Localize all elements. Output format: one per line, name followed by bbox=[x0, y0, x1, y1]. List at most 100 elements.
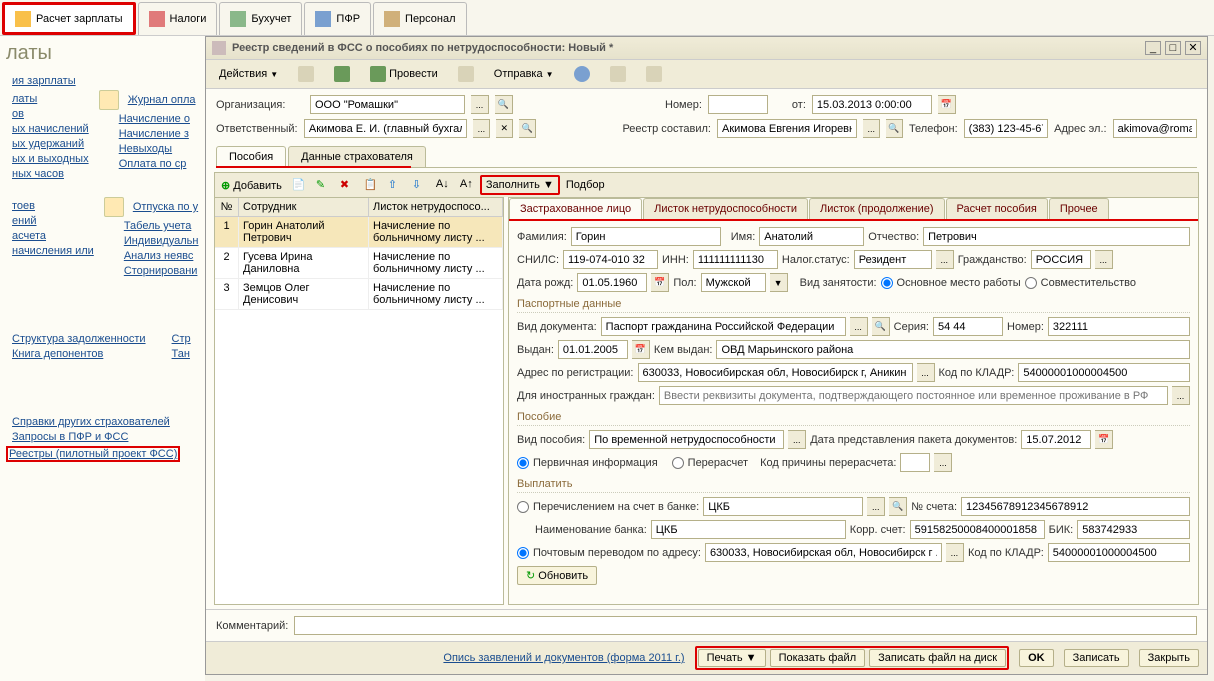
tab-accounting[interactable]: Бухучет bbox=[219, 2, 302, 35]
lp-trunc[interactable]: ных часов bbox=[12, 168, 89, 180]
table-row[interactable]: 2 Гусева Ирина Даниловна Начисление по б… bbox=[215, 248, 503, 279]
search-icon[interactable]: 🔍 bbox=[886, 119, 903, 138]
bank-radio[interactable] bbox=[517, 501, 529, 513]
lp-link[interactable]: Индивидуальн bbox=[124, 235, 199, 247]
tb-icon[interactable] bbox=[603, 63, 633, 85]
ellipsis-button[interactable]: ... bbox=[850, 317, 868, 336]
search-icon[interactable]: 🔍 bbox=[872, 317, 890, 336]
lp-link[interactable]: Сторнировани bbox=[124, 265, 199, 277]
table-row[interactable]: 1 Горин Анатолий Петрович Начисление по … bbox=[215, 217, 503, 248]
col-num[interactable]: № bbox=[215, 198, 239, 216]
inn-field[interactable] bbox=[698, 254, 773, 266]
bank-field[interactable] bbox=[708, 501, 858, 513]
tab-pfr[interactable]: ПФР bbox=[304, 2, 371, 35]
recalc-radio[interactable] bbox=[672, 457, 684, 469]
foreign-field[interactable] bbox=[664, 390, 1163, 402]
lp-link[interactable]: Начисление о bbox=[119, 113, 196, 125]
issued-field[interactable] bbox=[563, 344, 623, 356]
lp-link[interactable]: Стр bbox=[172, 333, 191, 345]
lp-link[interactable]: Табель учета bbox=[124, 220, 199, 232]
dtab-calc[interactable]: Расчет пособия bbox=[946, 198, 1048, 219]
docnum-field[interactable] bbox=[1053, 321, 1185, 333]
account-field[interactable] bbox=[966, 501, 1185, 513]
lp-trunc[interactable]: асчета bbox=[12, 230, 94, 242]
fill-menu[interactable]: Заполнить ▼ bbox=[480, 175, 560, 195]
recalc-code-field[interactable] bbox=[905, 457, 925, 469]
dtab-other[interactable]: Прочее bbox=[1049, 198, 1109, 219]
calendar-icon[interactable]: 📅 bbox=[1095, 430, 1113, 449]
tab-benefits[interactable]: Пособия bbox=[216, 146, 286, 167]
close-button[interactable]: Закрыть bbox=[1139, 649, 1199, 667]
tab-personnel[interactable]: Персонал bbox=[373, 2, 467, 35]
save-file-button[interactable]: Записать файл на диск bbox=[869, 649, 1006, 667]
dtab-cont[interactable]: Листок (продолжение) bbox=[809, 198, 945, 219]
lp-trunc[interactable]: ых начислений bbox=[12, 123, 89, 135]
lp-trunc[interactable]: тоев bbox=[12, 200, 94, 212]
sort-asc-icon[interactable]: A↓ bbox=[432, 176, 454, 194]
opis-link[interactable]: Опись заявлений и документов (форма 2011… bbox=[443, 652, 684, 664]
col-doc[interactable]: Листок нетрудоспосо... bbox=[369, 198, 503, 216]
ellipsis-button[interactable]: ... bbox=[788, 430, 806, 449]
send-menu[interactable]: Отправка▼ bbox=[487, 65, 561, 83]
calendar-icon[interactable]: 📅 bbox=[632, 340, 650, 359]
print-button[interactable]: Печать ▼ bbox=[698, 649, 766, 667]
lp-trunc[interactable]: ых удержаний bbox=[12, 138, 89, 150]
num-field[interactable] bbox=[713, 99, 763, 111]
ellipsis-button[interactable]: ... bbox=[473, 119, 490, 138]
lp-vacation[interactable]: Отпуска по у bbox=[133, 201, 198, 213]
search-icon[interactable]: 🔍 bbox=[889, 497, 907, 516]
emp-main-radio[interactable] bbox=[881, 277, 893, 289]
tab-taxes[interactable]: Налоги bbox=[138, 2, 218, 35]
select-button[interactable]: Подбор bbox=[562, 177, 609, 193]
date-field[interactable] bbox=[817, 99, 927, 111]
tax-field[interactable] bbox=[859, 254, 927, 266]
lp-link[interactable]: Начисление з bbox=[119, 128, 196, 140]
ellipsis-button[interactable]: ... bbox=[867, 497, 885, 516]
lp-trunc[interactable]: ений bbox=[12, 215, 94, 227]
lp-link-registries[interactable]: Реестры (пилотный проект ФСС) bbox=[9, 448, 177, 460]
kladr-field[interactable] bbox=[1023, 367, 1185, 379]
postaddr-field[interactable] bbox=[710, 547, 937, 559]
lp-link[interactable]: Оплата по ср bbox=[119, 158, 196, 170]
col-emp[interactable]: Сотрудник bbox=[239, 198, 369, 216]
add-button[interactable]: ⊕ Добавить bbox=[217, 177, 286, 194]
provesti-button[interactable]: Провести bbox=[363, 63, 445, 85]
table-row[interactable]: 3 Земцов Олег Денисович Начисление по бо… bbox=[215, 279, 503, 310]
actions-menu[interactable]: Действия▼ bbox=[212, 65, 285, 83]
tb-icon[interactable]: 📄 bbox=[288, 176, 310, 194]
lp-link[interactable]: Запросы в ПФР и ФСС bbox=[12, 431, 199, 443]
bik-field[interactable] bbox=[1082, 524, 1185, 536]
close-button[interactable]: ✕ bbox=[1185, 41, 1201, 55]
search-icon[interactable]: 🔍 bbox=[519, 119, 536, 138]
name-field[interactable] bbox=[764, 231, 859, 243]
dob-field[interactable] bbox=[582, 277, 642, 289]
surname-field[interactable] bbox=[576, 231, 716, 243]
calendar-icon[interactable]: 📅 bbox=[938, 95, 956, 114]
ellipsis-button[interactable]: ... bbox=[1095, 250, 1113, 269]
minimize-button[interactable]: _ bbox=[1145, 41, 1161, 55]
tab-insurer[interactable]: Данные страхователя bbox=[288, 146, 426, 167]
refresh-button[interactable]: ↻ Обновить bbox=[517, 566, 597, 585]
ellipsis-button[interactable]: ... bbox=[863, 119, 880, 138]
ellipsis-button[interactable]: ... bbox=[917, 363, 935, 382]
show-file-button[interactable]: Показать файл bbox=[770, 649, 866, 667]
tel-field[interactable] bbox=[969, 123, 1043, 135]
lp-link[interactable]: Анализ неявс bbox=[124, 250, 199, 262]
edit-icon[interactable]: ✎ bbox=[312, 176, 334, 194]
resp-field[interactable] bbox=[309, 123, 463, 135]
dtab-insured[interactable]: Застрахованное лицо bbox=[509, 198, 642, 219]
lp-trunc[interactable]: ов bbox=[12, 108, 89, 120]
lp-link[interactable]: Справки других страхователей bbox=[12, 416, 199, 428]
lp-trunc[interactable]: латы bbox=[12, 93, 89, 105]
lp-trunc[interactable]: ых и выходных bbox=[12, 153, 89, 165]
issuedby-field[interactable] bbox=[721, 344, 1185, 356]
post-radio[interactable] bbox=[517, 547, 529, 559]
lp-link[interactable]: ия зарплаты bbox=[12, 75, 199, 87]
ellipsis-button[interactable]: ... bbox=[936, 250, 954, 269]
clear-button[interactable]: ✕ bbox=[496, 119, 513, 138]
ellipsis-button[interactable]: ... bbox=[471, 95, 489, 114]
lp-link[interactable]: Структура задолженности bbox=[12, 333, 146, 345]
lp-link[interactable]: Тан bbox=[172, 348, 191, 360]
comment-field[interactable] bbox=[299, 620, 1192, 632]
org-field[interactable] bbox=[315, 99, 460, 111]
